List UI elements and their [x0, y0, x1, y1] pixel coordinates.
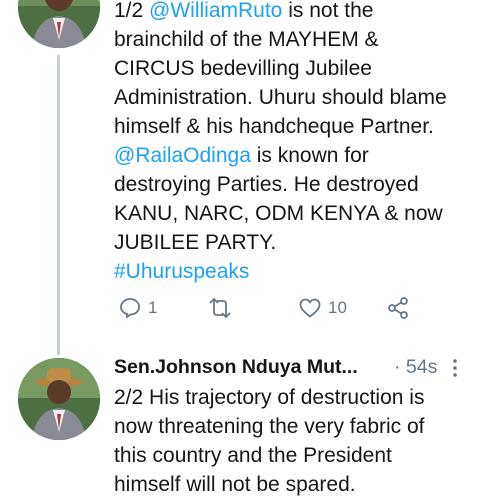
author-photo [18, 0, 100, 48]
thread-connector-line [57, 55, 60, 355]
tweet-text-segment: Administration. Uhuru should blame [114, 86, 447, 109]
tweet-actions: 1 10 [114, 296, 444, 326]
tweet-text-segment: brainchild of the MAYHEM & [114, 28, 379, 51]
tweet-text-line: JUBILEE PARTY. [114, 228, 474, 257]
avatar[interactable] [18, 0, 100, 48]
tweet-text-line: KANU, NARC, ODM KENYA & now [114, 199, 474, 228]
tweet-text-segment: CIRCUS bedevilling Jubilee [114, 57, 372, 80]
tweet-text-line: himself will not be spared. [114, 473, 356, 496]
tweet-text-line: #Uhuruspeaks [114, 257, 474, 286]
like-count: 10 [328, 298, 347, 317]
tweet-header: Sen.Johnson Nduya Mut... · 54s [114, 356, 474, 384]
share-button[interactable] [386, 296, 410, 320]
tweet-timestamp[interactable]: · 54s [394, 356, 437, 379]
tweet-text-line: 1/2 @WilliamRuto is not the [114, 0, 474, 25]
like-icon [299, 298, 321, 318]
tweet-text-line: now threatening the very fabric of [114, 415, 425, 438]
tweet-text-line: 2/2 His trajectory of destruction is [114, 386, 425, 409]
tweet-text-line: destroying Parties. He destroyed [114, 170, 474, 199]
share-icon [388, 297, 408, 319]
hashtag-link[interactable]: #Uhuruspeaks [114, 260, 249, 283]
avatar[interactable] [18, 358, 100, 440]
tweet-text-segment: destroying Parties. He destroyed [114, 173, 419, 196]
mention-link[interactable]: @RailaOdinga [114, 144, 251, 167]
tweet-text-line: brainchild of the MAYHEM & [114, 25, 474, 54]
tweet-text-segment: himself & his handcheque Partner. [114, 115, 434, 138]
tweet-text-line: CIRCUS bedevilling Jubilee [114, 54, 474, 83]
tweet-text-segment: is not the [282, 0, 374, 22]
reply-button[interactable]: 1 [118, 296, 157, 320]
tweet-text: 2/2 His trajectory of destruction is now … [114, 383, 474, 499]
retweet-icon [209, 297, 231, 319]
tweet-text-line: himself & his handcheque Partner. [114, 112, 474, 141]
more-options-button[interactable] [452, 358, 458, 384]
retweet-button[interactable] [206, 296, 234, 320]
tweet-text-line: Administration. Uhuru should blame [114, 83, 474, 112]
tweet-text-segment: KANU, NARC, ODM KENYA & now [114, 202, 443, 225]
tweet-text-line: @RailaOdinga is known for [114, 141, 474, 170]
author-photo [18, 358, 100, 440]
like-button[interactable]: 10 [298, 296, 347, 320]
tweet-text-segment: JUBILEE PARTY. [114, 231, 277, 254]
tweet-text-line: this country and the President [114, 444, 392, 467]
mention-link[interactable]: @WilliamRuto [149, 0, 282, 22]
more-options-icon [453, 359, 457, 377]
reply-icon [120, 298, 140, 319]
tweet-text-segment: 1/2 [114, 0, 150, 22]
reply-count: 1 [148, 298, 158, 317]
tweet-text: 1/2 @WilliamRuto is not the brainchild of… [114, 0, 474, 286]
tweet-text-segment: is known for [250, 144, 369, 167]
author-name[interactable]: Sen.Johnson Nduya Mut... [114, 356, 358, 378]
